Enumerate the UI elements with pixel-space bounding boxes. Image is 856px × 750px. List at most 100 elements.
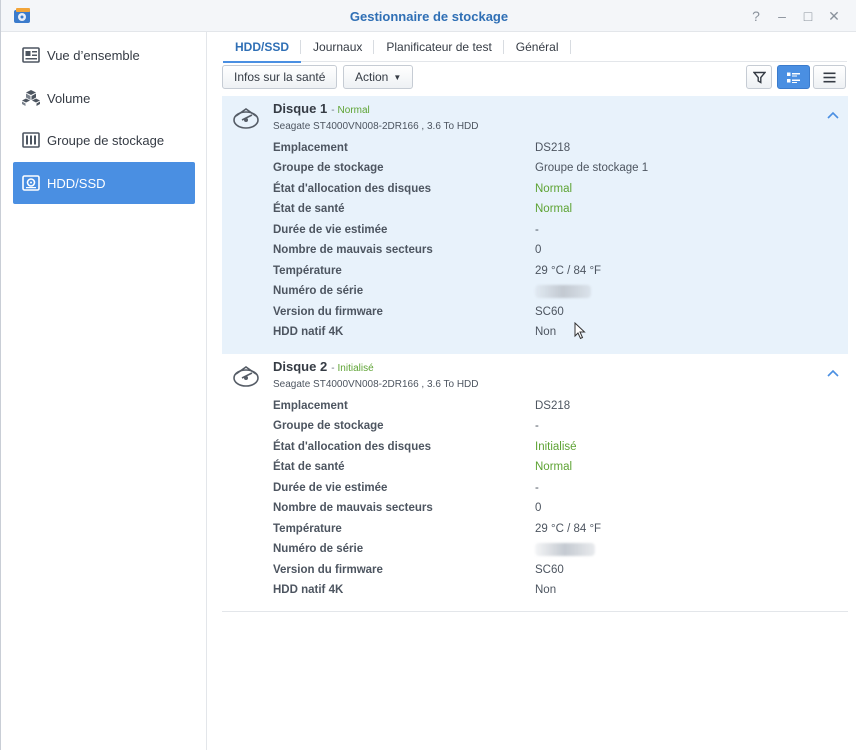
property-key: Numéro de série	[273, 543, 364, 555]
property-row: Version du firmware SC60	[273, 564, 833, 580]
sidebar-item-label: Volume	[47, 90, 91, 106]
tab-logs[interactable]: Journaux	[301, 32, 375, 62]
property-row: Température 29 °C / 84 °F	[273, 523, 833, 539]
property-key: Version du firmware	[273, 306, 383, 318]
property-key: Numéro de série	[273, 285, 364, 297]
maximize-icon[interactable]: □	[799, 7, 817, 25]
property-row: État d'allocation des disques Normal	[273, 183, 833, 199]
property-row: État de santé Normal	[273, 203, 833, 219]
close-icon[interactable]: ✕	[825, 7, 843, 25]
window-title: Gestionnaire de stockage	[349, 9, 509, 24]
property-row: Emplacement DS218	[273, 400, 833, 416]
detail-view-button[interactable]	[777, 65, 810, 89]
property-value: Normal	[535, 461, 573, 473]
disk-name: Disque 1- Normal	[273, 101, 370, 116]
sidebar-item-hdd-ssd[interactable]: HDD/SSD	[13, 162, 195, 204]
property-row: HDD natif 4K Non	[273, 326, 833, 342]
sidebar-item-label: Groupe de stockage	[47, 132, 165, 148]
property-row: État d'allocation des disques Initialisé	[273, 441, 833, 457]
disk-status: Normal	[337, 105, 370, 116]
property-row: Température 29 °C / 84 °F	[273, 265, 833, 281]
sidebar-item-storage-pool[interactable]: Groupe de stockage	[13, 119, 195, 161]
property-value: DS218	[535, 142, 571, 154]
storage-pool-icon	[21, 130, 41, 150]
filter-button[interactable]	[746, 65, 772, 89]
property-row: Emplacement DS218	[273, 142, 833, 158]
property-key: État de santé	[273, 203, 345, 215]
list-divider	[222, 611, 848, 612]
chevron-up-icon[interactable]	[826, 110, 840, 120]
property-row: Numéro de série	[273, 285, 833, 301]
tab-general[interactable]: Général	[504, 32, 571, 62]
property-value: Non	[535, 584, 557, 596]
tab-bar: HDD/SSD Journaux Planificateur de test G…	[223, 32, 847, 63]
disk-model: Seagate ST4000VN008-2DR166 , 3.6 To HDD	[273, 121, 479, 132]
property-key: Emplacement	[273, 142, 348, 154]
filter-icon	[752, 71, 766, 84]
volume-icon	[21, 88, 41, 108]
property-key: Nombre de mauvais secteurs	[273, 244, 433, 256]
property-key: Température	[273, 523, 342, 535]
serial-number-redacted	[535, 543, 595, 559]
property-row: Durée de vie estimée -	[273, 224, 833, 240]
property-value: Normal	[535, 183, 573, 195]
overview-icon	[21, 45, 41, 65]
property-value: SC60	[535, 306, 564, 318]
status-separator: -	[331, 105, 335, 116]
property-key: Température	[273, 265, 342, 277]
serial-number-redacted	[535, 285, 591, 301]
property-value: DS218	[535, 400, 571, 412]
tab-test-scheduler[interactable]: Planificateur de test	[374, 32, 505, 62]
property-value: 29 °C / 84 °F	[535, 265, 602, 277]
disk-card-1[interactable]: Disque 1- Normal Seagate ST4000VN008-2DR1…	[222, 96, 848, 354]
property-value: -	[535, 224, 539, 236]
property-row: Durée de vie estimée -	[273, 482, 833, 498]
property-key: HDD natif 4K	[273, 326, 344, 338]
property-value: 29 °C / 84 °F	[535, 523, 602, 535]
property-key: HDD natif 4K	[273, 584, 344, 596]
list-detail-icon	[787, 72, 800, 83]
property-key: Version du firmware	[273, 564, 383, 576]
property-value: Normal	[535, 203, 573, 215]
property-row: HDD natif 4K Non	[273, 584, 833, 600]
title-bar[interactable]: Gestionnaire de stockage ? – □ ✕	[1, 0, 856, 32]
property-value: Initialisé	[535, 441, 577, 453]
property-key: État d'allocation des disques	[273, 183, 432, 195]
main-content: HDD/SSD Journaux Planificateur de test G…	[207, 32, 856, 750]
sidebar-item-label: Vue d’ensemble	[47, 47, 140, 63]
health-info-button[interactable]: Infos sur la santé	[222, 65, 338, 89]
property-row: Numéro de série	[273, 543, 833, 559]
list-view-button[interactable]	[813, 65, 846, 89]
property-value: Non	[535, 326, 557, 338]
sidebar-item-label: HDD/SSD	[47, 175, 106, 191]
property-value: 0	[535, 244, 542, 256]
property-row: Groupe de stockage -	[273, 420, 833, 436]
hdd-drive-icon	[233, 366, 259, 387]
toolbar: Infos sur la santé Action ▼	[222, 65, 848, 89]
sidebar-item-overview[interactable]: Vue d’ensemble	[13, 34, 195, 76]
status-separator: -	[331, 363, 335, 374]
minimize-icon[interactable]: –	[773, 7, 791, 25]
hdd-icon	[21, 173, 41, 193]
caret-down-icon: ▼	[393, 72, 402, 82]
action-button[interactable]: Action ▼	[343, 65, 414, 89]
tab-hdd-ssd[interactable]: HDD/SSD	[223, 32, 302, 63]
property-row: Nombre de mauvais secteurs 0	[273, 244, 833, 260]
sidebar-item-volume[interactable]: Volume	[13, 77, 195, 119]
action-label: Action	[355, 70, 389, 84]
property-row: État de santé Normal	[273, 461, 833, 477]
property-value: Groupe de stockage 1	[535, 162, 649, 174]
property-key: Groupe de stockage	[273, 162, 384, 174]
property-row: Groupe de stockage Groupe de stockage 1	[273, 162, 833, 178]
property-key: Durée de vie estimée	[273, 224, 388, 236]
disk-model: Seagate ST4000VN008-2DR166 , 3.6 To HDD	[273, 379, 479, 390]
property-key: Nombre de mauvais secteurs	[273, 502, 433, 514]
help-icon[interactable]: ?	[747, 7, 765, 25]
disk-card-2[interactable]: Disque 2- Initialisé Seagate ST4000VN008-…	[222, 354, 848, 612]
property-value: -	[535, 482, 539, 494]
list-icon	[823, 72, 836, 82]
chevron-up-icon[interactable]	[826, 368, 840, 378]
health-info-label: Infos sur la santé	[234, 70, 326, 84]
property-key: Durée de vie estimée	[273, 482, 388, 494]
sidebar: Vue d’ensemble Volume Groupe de stockage…	[1, 32, 207, 750]
